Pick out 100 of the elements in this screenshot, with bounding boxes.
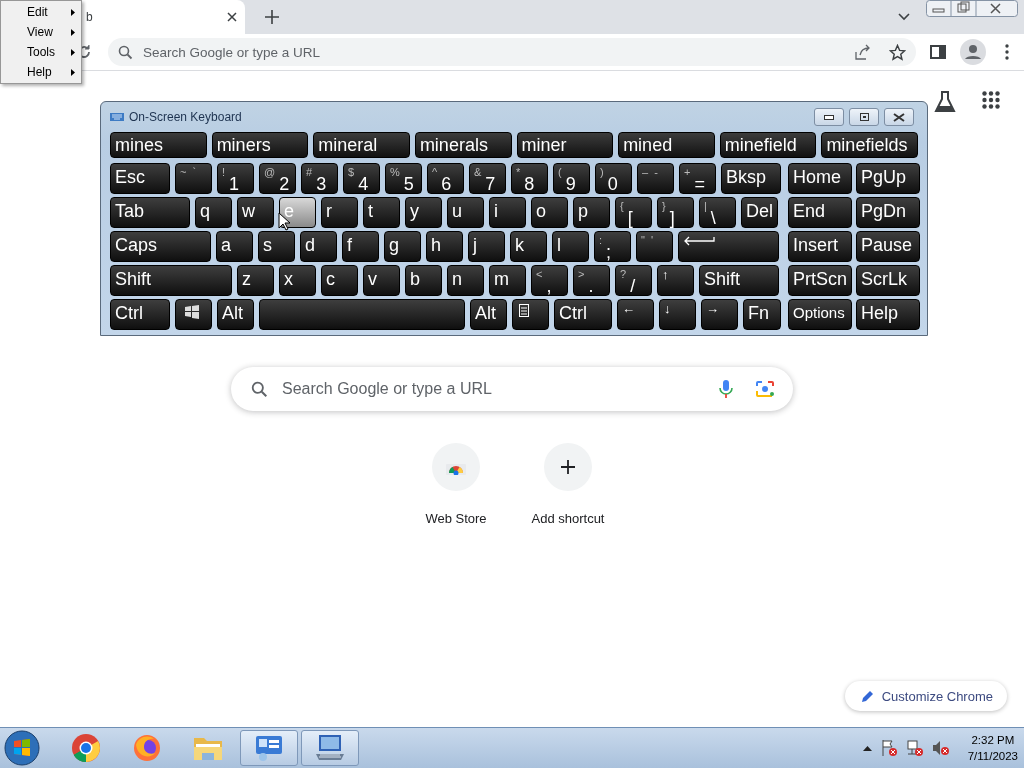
- flask-icon[interactable]: [934, 91, 956, 113]
- maximize-button[interactable]: [849, 108, 879, 126]
- taskbar-button[interactable]: [240, 730, 298, 766]
- word-suggestion[interactable]: minefields: [821, 132, 918, 158]
- keyboard-key[interactable]: h: [426, 231, 463, 262]
- keyboard-key[interactable]: Del: [741, 197, 778, 228]
- keyboard-key[interactable]: i: [489, 197, 526, 228]
- keyboard-key[interactable]: ~ `: [175, 163, 212, 194]
- keyboard-key[interactable]: Home: [788, 163, 852, 194]
- keyboard-key[interactable]: j: [468, 231, 505, 262]
- keyboard-key[interactable]: } ]: [657, 197, 694, 228]
- shortcut-tile[interactable]: [432, 443, 480, 491]
- keyboard-key[interactable]: > .: [573, 265, 610, 296]
- caret-up-icon[interactable]: [862, 745, 872, 751]
- close-button[interactable]: [884, 108, 914, 126]
- minimize-button[interactable]: [814, 108, 844, 126]
- keyboard-key[interactable]: * 8: [511, 163, 548, 194]
- keyboard-key[interactable]: – -: [637, 163, 674, 194]
- word-suggestion[interactable]: minerals: [414, 132, 512, 158]
- keyboard-key[interactable]: y: [405, 197, 442, 228]
- flag-icon[interactable]: [879, 739, 898, 757]
- keyboard-key[interactable]: : ;: [594, 231, 631, 262]
- keyboard-key[interactable]: k: [510, 231, 547, 262]
- keyboard-key[interactable]: + =: [679, 163, 716, 194]
- new-tab-icon[interactable]: [265, 10, 279, 24]
- keyboard-key[interactable]: @ 2: [259, 163, 296, 194]
- keyboard-key[interactable]: t: [363, 197, 400, 228]
- keyboard-key[interactable]: f: [342, 231, 379, 262]
- keyboard-key[interactable]: p: [573, 197, 610, 228]
- keyboard-key[interactable]: Insert: [788, 231, 852, 262]
- keyboard-key[interactable]: Alt: [217, 299, 254, 330]
- keyboard-key[interactable]: ↓: [659, 299, 696, 330]
- keyboard-key[interactable]: d: [300, 231, 337, 262]
- keyboard-key[interactable]: ? /: [615, 265, 652, 296]
- word-suggestion[interactable]: minefield: [719, 132, 817, 158]
- close-icon[interactable]: [227, 12, 237, 22]
- enter-key[interactable]: [678, 231, 779, 262]
- keyboard-key[interactable]: " ': [636, 231, 673, 262]
- window-controls-icon[interactable]: [926, 0, 1018, 18]
- keyboard-key[interactable]: c: [321, 265, 358, 296]
- keyboard-key[interactable]: ←: [617, 299, 654, 330]
- keyboard-key[interactable]: < ,: [531, 265, 568, 296]
- keyboard-key[interactable]: Fn: [743, 299, 781, 330]
- word-suggestion[interactable]: miner: [516, 132, 614, 158]
- speaker-muted-icon[interactable]: [931, 739, 950, 757]
- word-suggestion[interactable]: mines: [110, 132, 207, 158]
- keyboard-key[interactable]: x: [279, 265, 316, 296]
- keyboard-key[interactable]: ( 9: [553, 163, 590, 194]
- menu-item[interactable]: Tools: [1, 42, 81, 62]
- word-suggestion[interactable]: mined: [618, 132, 715, 158]
- keyboard-key[interactable]: Ctrl: [110, 299, 170, 330]
- microphone-icon[interactable]: [719, 379, 733, 399]
- keyboard-key[interactable]: Shift: [699, 265, 779, 296]
- menu-key[interactable]: [512, 299, 549, 330]
- keyboard-key[interactable]: | \: [699, 197, 736, 228]
- share-icon[interactable]: [855, 44, 871, 60]
- keyboard-key[interactable]: Options: [788, 299, 852, 330]
- keyboard-key[interactable]: s: [258, 231, 295, 262]
- keyboard-key[interactable]: { [: [615, 197, 652, 228]
- keyboard-key[interactable]: Bksp: [721, 163, 781, 194]
- keyboard-key[interactable]: PgDn: [856, 197, 920, 228]
- word-suggestion[interactable]: mineral: [313, 132, 410, 158]
- profile-avatar-icon[interactable]: [960, 39, 986, 65]
- keyboard-key[interactable]: q: [195, 197, 232, 228]
- keyboard-key[interactable]: ! 1: [217, 163, 254, 194]
- keyboard-key[interactable]: z: [237, 265, 274, 296]
- star-icon[interactable]: [889, 43, 906, 61]
- network-icon[interactable]: [905, 739, 924, 757]
- camera-icon[interactable]: [755, 380, 775, 398]
- taskbar-button[interactable]: [301, 730, 359, 766]
- keyboard-key[interactable]: g: [384, 231, 421, 262]
- shortcut-tile[interactable]: [544, 443, 592, 491]
- keyboard-key[interactable]: Ctrl: [554, 299, 612, 330]
- customize-chrome-button[interactable]: Customize Chrome: [844, 681, 1007, 711]
- keyboard-key[interactable]: ^ 6: [427, 163, 464, 194]
- keyboard-key[interactable]: →: [701, 299, 738, 330]
- keyboard-key[interactable]: v: [363, 265, 400, 296]
- address-bar[interactable]: Search Google or type a URL: [108, 38, 916, 66]
- keyboard-key[interactable]: a: [216, 231, 253, 262]
- keyboard-key[interactable]: Help: [856, 299, 920, 330]
- keyboard-key[interactable]: Tab: [110, 197, 190, 228]
- keyboard-key[interactable]: PgUp: [856, 163, 920, 194]
- keyboard-key[interactable]: PrtScn: [788, 265, 852, 296]
- keyboard-key[interactable]: n: [447, 265, 484, 296]
- keyboard-key[interactable]: w: [237, 197, 274, 228]
- keyboard-key[interactable]: m: [489, 265, 526, 296]
- menu-item[interactable]: Help: [1, 62, 81, 82]
- keyboard-key[interactable]: r: [321, 197, 358, 228]
- keyboard-key[interactable]: ↑: [657, 265, 694, 296]
- search-field[interactable]: Search Google or type a URL: [231, 367, 793, 411]
- keyboard-key[interactable]: ScrLk: [856, 265, 920, 296]
- windows-key[interactable]: [175, 299, 212, 330]
- keyboard-key[interactable]: % 5: [385, 163, 422, 194]
- keyboard-key[interactable]: l: [552, 231, 589, 262]
- keyboard-key[interactable]: Alt: [470, 299, 507, 330]
- keyboard-key[interactable]: # 3: [301, 163, 338, 194]
- keyboard-key[interactable]: $ 4: [343, 163, 380, 194]
- keyboard-key[interactable]: Caps: [110, 231, 211, 262]
- start-button[interactable]: [2, 729, 42, 767]
- keyboard-key[interactable]: & 7: [469, 163, 506, 194]
